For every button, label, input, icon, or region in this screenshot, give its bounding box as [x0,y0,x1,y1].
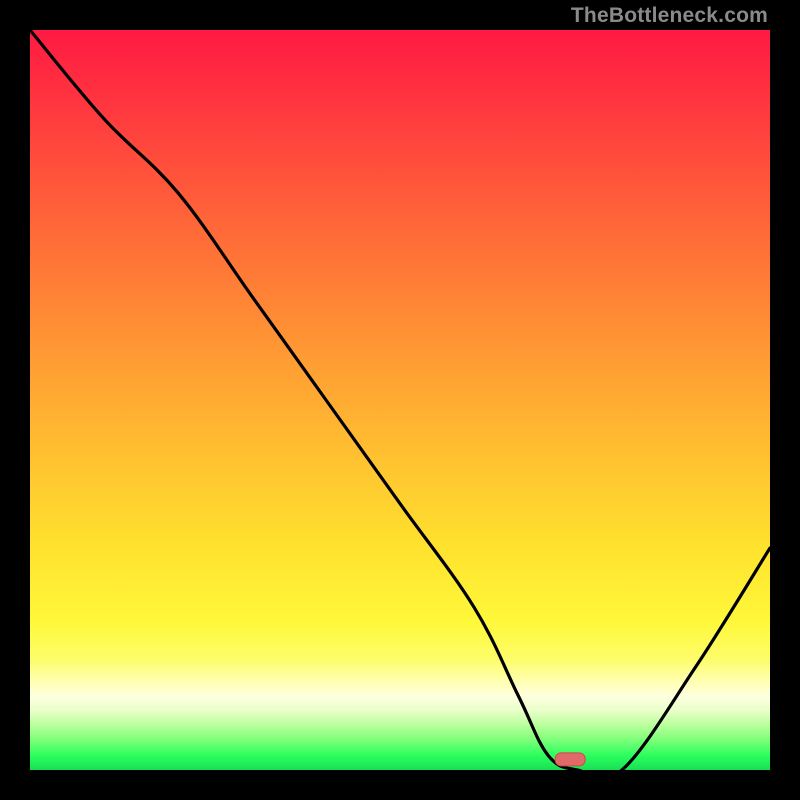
curve-path [30,30,770,770]
bottleneck-curve [30,30,770,770]
chart-frame: TheBottleneck.com [0,0,800,800]
watermark-text: TheBottleneck.com [571,4,768,28]
plot-area [30,30,770,770]
optimal-marker [555,753,585,766]
